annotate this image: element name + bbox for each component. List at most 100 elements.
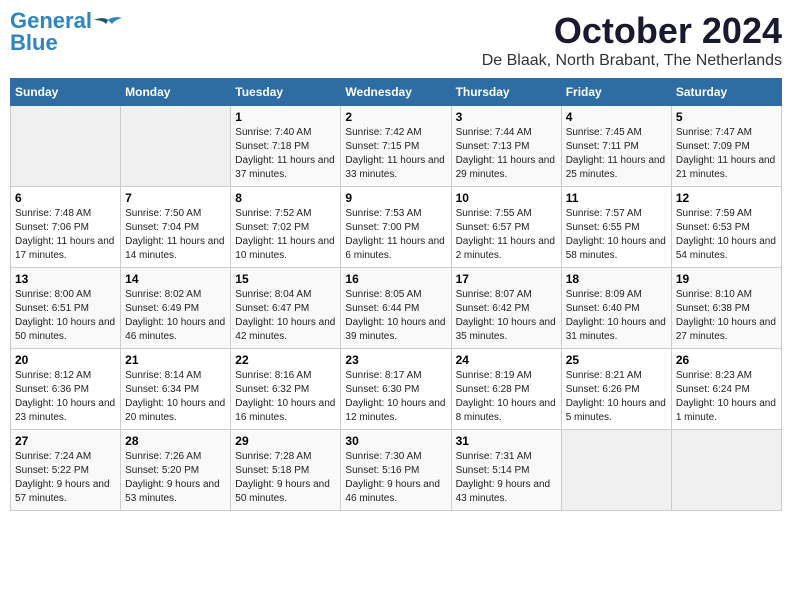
weekday-header-sunday: Sunday: [11, 79, 121, 106]
calendar-day-cell: 28 Sunrise: 7:26 AMSunset: 5:20 PMDayligh…: [121, 430, 231, 511]
calendar-day-cell: 20Sunrise: 8:12 AMSunset: 6:36 PMDayligh…: [11, 349, 121, 430]
day-info: Sunrise: 8:02 AMSunset: 6:49 PMDaylight:…: [125, 288, 226, 344]
calendar-day-cell: 18 Sunrise: 8:09 AMSunset: 6:40 PMDayligh…: [561, 268, 671, 349]
day-number: 11: [566, 191, 667, 205]
calendar-week-row: 13 Sunrise: 8:00 AMSunset: 6:51 PMDayligh…: [11, 268, 782, 349]
day-number: 12: [676, 191, 777, 205]
day-number: 1: [235, 110, 336, 124]
day-number: 28: [125, 434, 226, 448]
day-info: Sunrise: 8:10 AMSunset: 6:38 PMDaylight:…: [676, 288, 777, 344]
day-info: Sunrise: 7:50 AMSunset: 7:04 PMDaylight:…: [125, 207, 226, 263]
day-info: Sunrise: 8:19 AMSunset: 6:28 PMDaylight:…: [456, 369, 557, 425]
calendar-day-cell: 13 Sunrise: 8:00 AMSunset: 6:51 PMDayligh…: [11, 268, 121, 349]
day-number: 23: [345, 353, 446, 367]
calendar-day-cell: 26 Sunrise: 8:23 AMSunset: 6:24 PMDayligh…: [671, 349, 781, 430]
weekday-header-friday: Friday: [561, 79, 671, 106]
logo: GeneralBlue: [10, 10, 122, 54]
calendar-week-row: 27 Sunrise: 7:24 AMSunset: 5:22 PMDayligh…: [11, 430, 782, 511]
day-info: Sunrise: 8:05 AMSunset: 6:44 PMDaylight:…: [345, 288, 446, 344]
calendar-day-cell: 30Sunrise: 7:30 AMSunset: 5:16 PMDayligh…: [341, 430, 451, 511]
calendar-day-cell: 16 Sunrise: 8:05 AMSunset: 6:44 PMDayligh…: [341, 268, 451, 349]
day-info: Sunrise: 7:40 AMSunset: 7:18 PMDaylight:…: [235, 126, 336, 182]
calendar-day-cell: 11 Sunrise: 7:57 AMSunset: 6:55 PMDayligh…: [561, 187, 671, 268]
calendar-day-cell: 23 Sunrise: 8:17 AMSunset: 6:30 PMDayligh…: [341, 349, 451, 430]
day-number: 14: [125, 272, 226, 286]
calendar-day-cell: 27 Sunrise: 7:24 AMSunset: 5:22 PMDayligh…: [11, 430, 121, 511]
calendar-day-cell: 4 Sunrise: 7:45 AMSunset: 7:11 PMDaylight…: [561, 106, 671, 187]
day-number: 18: [566, 272, 667, 286]
day-number: 15: [235, 272, 336, 286]
calendar-day-cell: 1 Sunrise: 7:40 AMSunset: 7:18 PMDaylight…: [231, 106, 341, 187]
calendar-day-cell: 21Sunrise: 8:14 AMSunset: 6:34 PMDayligh…: [121, 349, 231, 430]
title-area: October 2024 De Blaak, North Brabant, Th…: [482, 10, 782, 70]
day-number: 4: [566, 110, 667, 124]
day-number: 31: [456, 434, 557, 448]
calendar-day-cell: [561, 430, 671, 511]
calendar-day-cell: 10Sunrise: 7:55 AMSunset: 6:57 PMDayligh…: [451, 187, 561, 268]
calendar-day-cell: 29Sunrise: 7:28 AMSunset: 5:18 PMDayligh…: [231, 430, 341, 511]
day-info: Sunrise: 7:24 AMSunset: 5:22 PMDaylight:…: [15, 450, 116, 506]
calendar-day-cell: [671, 430, 781, 511]
calendar-day-cell: 22Sunrise: 8:16 AMSunset: 6:32 PMDayligh…: [231, 349, 341, 430]
calendar-day-cell: 19 Sunrise: 8:10 AMSunset: 6:38 PMDayligh…: [671, 268, 781, 349]
month-title: October 2024: [482, 10, 782, 52]
day-number: 26: [676, 353, 777, 367]
page-header: GeneralBlue October 2024 De Blaak, North…: [10, 10, 782, 70]
day-info: Sunrise: 8:12 AMSunset: 6:36 PMDaylight:…: [15, 369, 116, 425]
weekday-header-monday: Monday: [121, 79, 231, 106]
day-number: 3: [456, 110, 557, 124]
calendar-day-cell: 5Sunrise: 7:47 AMSunset: 7:09 PMDaylight…: [671, 106, 781, 187]
day-number: 8: [235, 191, 336, 205]
calendar-day-cell: 25 Sunrise: 8:21 AMSunset: 6:26 PMDayligh…: [561, 349, 671, 430]
location: De Blaak, North Brabant, The Netherlands: [482, 52, 782, 70]
day-number: 25: [566, 353, 667, 367]
calendar-day-cell: 6Sunrise: 7:48 AMSunset: 7:06 PMDaylight…: [11, 187, 121, 268]
day-info: Sunrise: 8:00 AMSunset: 6:51 PMDaylight:…: [15, 288, 116, 344]
calendar-day-cell: 8 Sunrise: 7:52 AMSunset: 7:02 PMDaylight…: [231, 187, 341, 268]
day-info: Sunrise: 7:45 AMSunset: 7:11 PMDaylight:…: [566, 126, 667, 182]
calendar-day-cell: 2Sunrise: 7:42 AMSunset: 7:15 PMDaylight…: [341, 106, 451, 187]
calendar-day-cell: [121, 106, 231, 187]
day-number: 30: [345, 434, 446, 448]
day-number: 7: [125, 191, 226, 205]
calendar-week-row: 6Sunrise: 7:48 AMSunset: 7:06 PMDaylight…: [11, 187, 782, 268]
day-info: Sunrise: 7:52 AMSunset: 7:02 PMDaylight:…: [235, 207, 336, 263]
day-info: Sunrise: 8:23 AMSunset: 6:24 PMDaylight:…: [676, 369, 777, 425]
day-info: Sunrise: 8:07 AMSunset: 6:42 PMDaylight:…: [456, 288, 557, 344]
day-info: Sunrise: 8:21 AMSunset: 6:26 PMDaylight:…: [566, 369, 667, 425]
day-number: 2: [345, 110, 446, 124]
day-number: 16: [345, 272, 446, 286]
calendar-day-cell: 14 Sunrise: 8:02 AMSunset: 6:49 PMDayligh…: [121, 268, 231, 349]
weekday-header-saturday: Saturday: [671, 79, 781, 106]
day-info: Sunrise: 7:31 AMSunset: 5:14 PMDaylight:…: [456, 450, 557, 506]
calendar-day-cell: [11, 106, 121, 187]
calendar-header: SundayMondayTuesdayWednesdayThursdayFrid…: [11, 79, 782, 106]
day-number: 19: [676, 272, 777, 286]
day-info: Sunrise: 8:14 AMSunset: 6:34 PMDaylight:…: [125, 369, 226, 425]
calendar-week-row: 1 Sunrise: 7:40 AMSunset: 7:18 PMDaylight…: [11, 106, 782, 187]
day-number: 24: [456, 353, 557, 367]
day-info: Sunrise: 7:57 AMSunset: 6:55 PMDaylight:…: [566, 207, 667, 263]
day-number: 27: [15, 434, 116, 448]
day-info: Sunrise: 7:53 AMSunset: 7:00 PMDaylight:…: [345, 207, 446, 263]
calendar-table: SundayMondayTuesdayWednesdayThursdayFrid…: [10, 78, 782, 511]
weekday-header-tuesday: Tuesday: [231, 79, 341, 106]
day-info: Sunrise: 7:59 AMSunset: 6:53 PMDaylight:…: [676, 207, 777, 263]
day-info: Sunrise: 8:09 AMSunset: 6:40 PMDaylight:…: [566, 288, 667, 344]
calendar-day-cell: 9Sunrise: 7:53 AMSunset: 7:00 PMDaylight…: [341, 187, 451, 268]
day-info: Sunrise: 7:55 AMSunset: 6:57 PMDaylight:…: [456, 207, 557, 263]
logo-bird-icon: [94, 16, 122, 38]
day-info: Sunrise: 8:04 AMSunset: 6:47 PMDaylight:…: [235, 288, 336, 344]
day-info: Sunrise: 8:17 AMSunset: 6:30 PMDaylight:…: [345, 369, 446, 425]
day-info: Sunrise: 7:28 AMSunset: 5:18 PMDaylight:…: [235, 450, 336, 506]
day-info: Sunrise: 7:26 AMSunset: 5:20 PMDaylight:…: [125, 450, 226, 506]
calendar-day-cell: 17 Sunrise: 8:07 AMSunset: 6:42 PMDayligh…: [451, 268, 561, 349]
calendar-day-cell: 31 Sunrise: 7:31 AMSunset: 5:14 PMDayligh…: [451, 430, 561, 511]
calendar-day-cell: 12 Sunrise: 7:59 AMSunset: 6:53 PMDayligh…: [671, 187, 781, 268]
day-info: Sunrise: 8:16 AMSunset: 6:32 PMDaylight:…: [235, 369, 336, 425]
day-number: 17: [456, 272, 557, 286]
day-number: 6: [15, 191, 116, 205]
day-number: 13: [15, 272, 116, 286]
day-info: Sunrise: 7:47 AMSunset: 7:09 PMDaylight:…: [676, 126, 777, 182]
calendar-body: 1 Sunrise: 7:40 AMSunset: 7:18 PMDaylight…: [11, 106, 782, 511]
